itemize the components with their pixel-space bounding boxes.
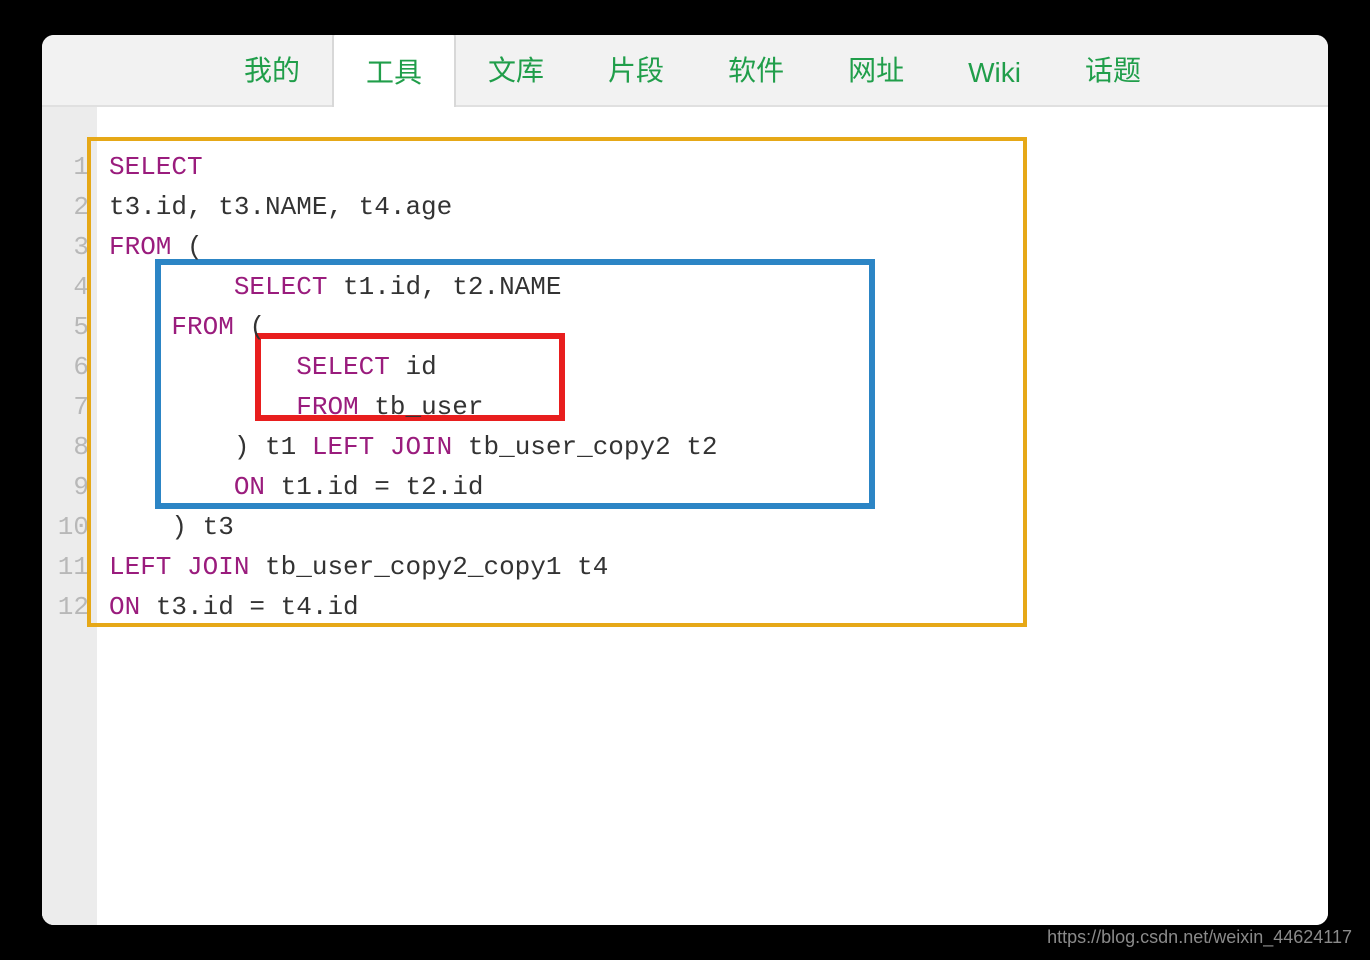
line-number: 7 (42, 387, 89, 427)
sql-keyword: LEFT JOIN (109, 552, 249, 582)
line-number: 10 (42, 507, 89, 547)
tab-topics[interactable]: 话题 (1053, 35, 1173, 105)
editor-area[interactable]: 1 2 3 4 5 6 7 8 9 10 11 12 SELECT t3.id,… (42, 107, 1328, 925)
sql-keyword: FROM (109, 232, 171, 262)
line-number: 12 (42, 587, 89, 627)
sql-keyword: ON (234, 472, 265, 502)
tab-wiki[interactable]: Wiki (936, 39, 1053, 105)
code-line: SELECT (109, 147, 1328, 187)
code-line: ) t1 LEFT JOIN tb_user_copy2 t2 (109, 427, 1328, 467)
line-number: 8 (42, 427, 89, 467)
sql-text (109, 392, 296, 422)
sql-text: ( (171, 232, 202, 262)
code-line: SELECT id (109, 347, 1328, 387)
code-line: FROM ( (109, 307, 1328, 347)
line-number: 5 (42, 307, 89, 347)
sql-keyword: SELECT (296, 352, 390, 382)
sql-text: id (390, 352, 437, 382)
line-gutter: 1 2 3 4 5 6 7 8 9 10 11 12 (42, 107, 97, 925)
sql-text: ) t1 (109, 432, 312, 462)
sql-text (109, 312, 171, 342)
sql-text: t1.id, t2.NAME (327, 272, 561, 302)
tab-software[interactable]: 软件 (696, 35, 816, 105)
code-line: t3.id, t3.NAME, t4.age (109, 187, 1328, 227)
sql-text: t1.id = t2.id (265, 472, 483, 502)
sql-keyword: SELECT (109, 152, 203, 182)
line-number: 11 (42, 547, 89, 587)
line-number: 9 (42, 467, 89, 507)
sql-text (109, 472, 234, 502)
sql-text: tb_user_copy2 t2 (452, 432, 717, 462)
line-number: 4 (42, 267, 89, 307)
sql-text: ) t3 (109, 512, 234, 542)
sql-text: ( (234, 312, 265, 342)
app-window: 我的 工具 文库 片段 软件 网址 Wiki 话题 1 2 3 4 5 6 7 … (42, 35, 1328, 925)
sql-text: t3.id, t3.NAME, t4.age (109, 192, 452, 222)
sql-keyword: LEFT JOIN (312, 432, 452, 462)
sql-text (109, 272, 234, 302)
code-area[interactable]: SELECT t3.id, t3.NAME, t4.age FROM ( SEL… (97, 107, 1328, 925)
code-line: LEFT JOIN tb_user_copy2_copy1 t4 (109, 547, 1328, 587)
line-number: 1 (42, 147, 89, 187)
tab-tools[interactable]: 工具 (332, 35, 456, 107)
tab-snippets[interactable]: 片段 (576, 35, 696, 105)
sql-keyword: SELECT (234, 272, 328, 302)
sql-text: t3.id = t4.id (140, 592, 358, 622)
line-number: 3 (42, 227, 89, 267)
sql-text: tb_user_copy2_copy1 t4 (249, 552, 608, 582)
code-line: ON t1.id = t2.id (109, 467, 1328, 507)
code-line: ) t3 (109, 507, 1328, 547)
code-line: ON t3.id = t4.id (109, 587, 1328, 627)
sql-text (109, 352, 296, 382)
line-number: 6 (42, 347, 89, 387)
sql-keyword: FROM (296, 392, 358, 422)
code-line: SELECT t1.id, t2.NAME (109, 267, 1328, 307)
line-number: 2 (42, 187, 89, 227)
code-line: FROM ( (109, 227, 1328, 267)
code-line: FROM tb_user (109, 387, 1328, 427)
tab-bar: 我的 工具 文库 片段 软件 网址 Wiki 话题 (42, 35, 1328, 107)
tab-mine[interactable]: 我的 (212, 35, 332, 105)
tab-urls[interactable]: 网址 (816, 35, 936, 105)
sql-text: tb_user (359, 392, 484, 422)
sql-keyword: FROM (171, 312, 233, 342)
watermark-text: https://blog.csdn.net/weixin_44624117 (1047, 927, 1352, 948)
sql-keyword: ON (109, 592, 140, 622)
tab-library[interactable]: 文库 (456, 35, 576, 105)
